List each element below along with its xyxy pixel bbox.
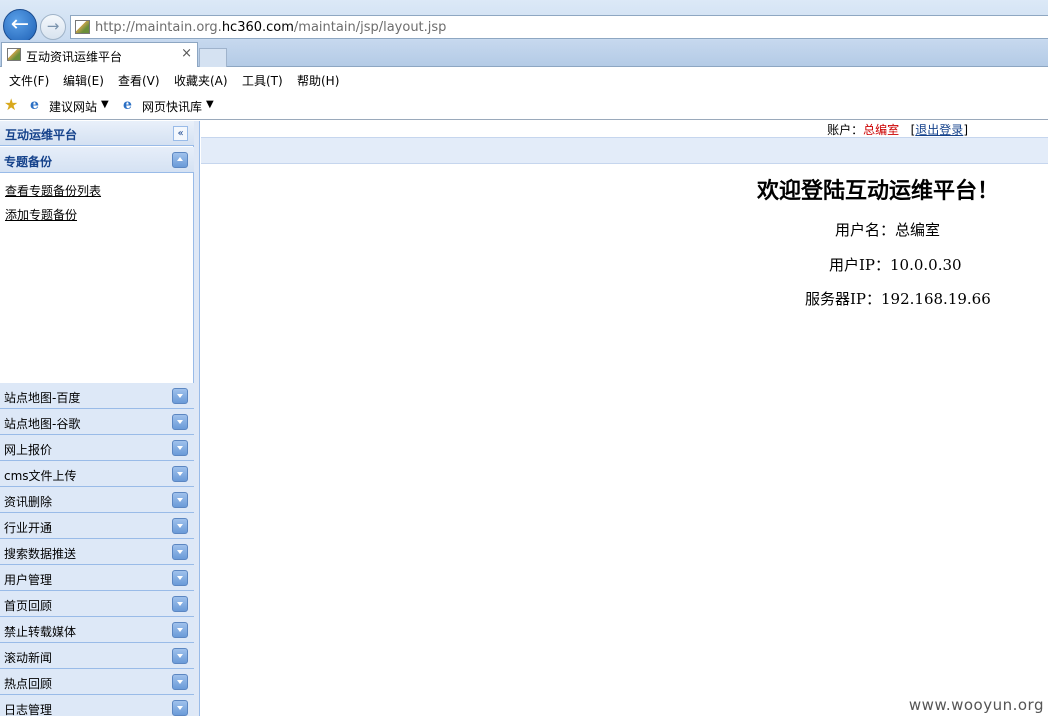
- logout-link[interactable]: 退出登录: [915, 123, 963, 137]
- chevron-down-icon[interactable]: [172, 596, 188, 612]
- chevron-down-icon[interactable]: [172, 388, 188, 404]
- sidebar-panel[interactable]: 日志管理: [0, 695, 194, 716]
- page-favicon-icon: [75, 20, 90, 34]
- username-line: 用户名：总编室: [835, 221, 941, 239]
- back-arrow-icon[interactable]: ←: [3, 9, 37, 43]
- sidebar-splitter[interactable]: [194, 121, 200, 716]
- panel-title: 热点回顾: [4, 677, 53, 691]
- menu-edit[interactable]: 编辑(E): [63, 72, 104, 89]
- sidebar: 互动运维平台 « 专题备份 查看专题备份列表 添加专题备份 站点地图-百度 站点…: [0, 121, 194, 716]
- panel-title: 搜索数据推送: [4, 547, 77, 561]
- main-content: 账户：总编室 [退出登录] 欢迎登陆互动运维平台！ 用户名：总编室 用户IP：1…: [201, 121, 1048, 716]
- sidebar-panel[interactable]: 站点地图-谷歌: [0, 409, 194, 435]
- chevron-down-icon[interactable]: [172, 622, 188, 638]
- server-ip-line: 服务器IP：192.168.19.66: [805, 290, 991, 308]
- chevron-down-icon[interactable]: [172, 466, 188, 482]
- link-add-topic-backup[interactable]: 添加专题备份: [5, 206, 77, 223]
- tab-favicon-icon: [7, 48, 21, 61]
- panel-title: 专题备份: [4, 155, 53, 169]
- tab-strip: 互动资讯运维平台 ×: [0, 40, 1048, 67]
- menu-bar: 文件(F) 编辑(E) 查看(V) 收藏夹(A) 工具(T) 帮助(H): [0, 68, 1048, 92]
- account-info: 账户：总编室 [退出登录]: [827, 121, 968, 138]
- tab-close-icon[interactable]: ×: [181, 46, 192, 61]
- favorites-star-icon[interactable]: ★: [4, 97, 18, 113]
- sidebar-panel[interactable]: cms文件上传: [0, 461, 194, 487]
- address-bar-area: ← → http://maintain.org.hc360.com/mainta…: [0, 0, 1048, 43]
- tab-title: 互动资讯运维平台: [26, 50, 123, 64]
- panel-title: 网上报价: [4, 443, 53, 457]
- sidebar-header: 互动运维平台 «: [0, 121, 194, 146]
- browser-tab[interactable]: 互动资讯运维平台 ×: [1, 42, 198, 67]
- sidebar-panel[interactable]: 搜索数据推送: [0, 539, 194, 565]
- menu-favorites[interactable]: 收藏夹(A): [174, 72, 228, 89]
- url-text: http://maintain.org.hc360.com/maintain/j…: [95, 20, 447, 35]
- logout-bracket-close: ]: [963, 123, 968, 137]
- panel-title: 首页回顾: [4, 599, 53, 613]
- watermark: www.wooyun.org: [908, 696, 1044, 714]
- forward-arrow-icon[interactable]: →: [40, 14, 66, 40]
- menu-file[interactable]: 文件(F): [9, 72, 49, 89]
- menu-view[interactable]: 查看(V): [118, 72, 160, 89]
- menu-tools[interactable]: 工具(T): [242, 72, 283, 89]
- chevron-down-icon[interactable]: [172, 648, 188, 664]
- sidebar-panel[interactable]: 首页回顾: [0, 591, 194, 617]
- chevron-down-icon[interactable]: [172, 570, 188, 586]
- chevron-up-icon[interactable]: [172, 152, 188, 168]
- chevron-down-icon[interactable]: [172, 674, 188, 690]
- sidebar-panel[interactable]: 用户管理: [0, 565, 194, 591]
- panel-header-topic-backup[interactable]: 专题备份: [0, 147, 194, 173]
- collapse-icon[interactable]: «: [173, 126, 188, 141]
- chevron-down-icon[interactable]: [172, 440, 188, 456]
- chevron-down-icon[interactable]: [172, 414, 188, 430]
- sidebar-panel[interactable]: 禁止转载媒体: [0, 617, 194, 643]
- link-view-topic-backup-list[interactable]: 查看专题备份列表: [5, 182, 101, 199]
- chevron-down-icon[interactable]: [172, 700, 188, 716]
- fav-web-slice-gallery[interactable]: 网页快讯库: [142, 98, 202, 115]
- panel-title: cms文件上传: [4, 469, 77, 483]
- panel-title: 站点地图-百度: [4, 391, 81, 405]
- panel-title: 滚动新闻: [4, 651, 53, 665]
- panel-title: 日志管理: [4, 703, 53, 716]
- chevron-down-icon[interactable]: [172, 518, 188, 534]
- panel-title: 行业开通: [4, 521, 53, 535]
- chevron-down-icon[interactable]: ▼: [101, 99, 109, 110]
- account-name: 总编室: [863, 123, 900, 137]
- menu-help[interactable]: 帮助(H): [297, 72, 339, 89]
- panel-title: 站点地图-谷歌: [4, 417, 81, 431]
- favorites-bar: ★ e 建议网站 ▼ e 网页快讯库 ▼: [0, 92, 1048, 120]
- ie-page-icon: e: [123, 97, 132, 113]
- sidebar-title: 互动运维平台: [5, 128, 78, 142]
- sidebar-panel[interactable]: 热点回顾: [0, 669, 194, 695]
- sidebar-panel[interactable]: 滚动新闻: [0, 643, 194, 669]
- panel-title: 禁止转载媒体: [4, 625, 77, 639]
- ie-page-icon: e: [30, 97, 39, 113]
- sidebar-panel[interactable]: 网上报价: [0, 435, 194, 461]
- chevron-down-icon[interactable]: ▼: [206, 99, 214, 110]
- panel-title: 资讯删除: [4, 495, 53, 509]
- account-label: 账户：: [827, 123, 864, 137]
- main-header-band: [201, 137, 1048, 164]
- sidebar-panel[interactable]: 行业开通: [0, 513, 194, 539]
- url-input[interactable]: http://maintain.org.hc360.com/maintain/j…: [70, 15, 1048, 39]
- user-ip-line: 用户IP：10.0.0.30: [829, 256, 962, 274]
- new-tab-button[interactable]: [199, 48, 227, 67]
- welcome-heading: 欢迎登陆互动运维平台！: [757, 178, 1000, 204]
- fav-suggested-sites[interactable]: 建议网站: [49, 98, 97, 115]
- sidebar-panel[interactable]: 资讯删除: [0, 487, 194, 513]
- chevron-down-icon[interactable]: [172, 492, 188, 508]
- panel-title: 用户管理: [4, 573, 53, 587]
- chevron-down-icon[interactable]: [172, 544, 188, 560]
- sidebar-panel[interactable]: 站点地图-百度: [0, 383, 194, 409]
